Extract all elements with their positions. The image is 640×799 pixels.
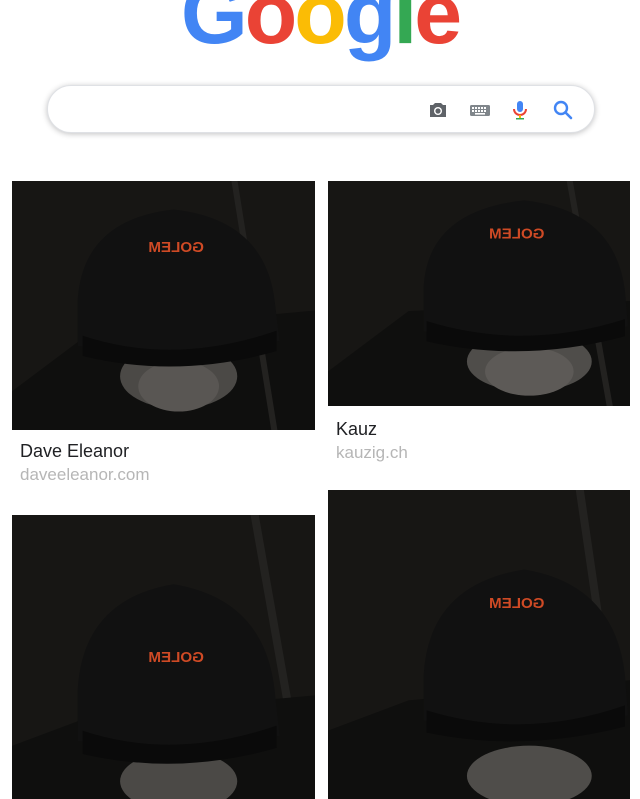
microphone-icon[interactable] <box>508 98 532 122</box>
photo-dark-cap: GOLEM <box>328 181 630 406</box>
result-title[interactable]: Kauz <box>336 419 377 440</box>
result-image[interactable]: GOLEM <box>12 515 315 799</box>
result-source[interactable]: daveeleanor.com <box>20 465 149 485</box>
search-bar[interactable] <box>47 85 595 133</box>
keyboard-icon[interactable] <box>468 98 492 122</box>
logo-letter: o <box>294 0 347 62</box>
photo-dark-cap: GOLEM <box>328 490 630 799</box>
logo-letter: g <box>343 0 397 62</box>
cap-text: GOLEM <box>148 239 204 256</box>
result-image[interactable]: GOLEM <box>328 490 630 799</box>
logo-letter: o <box>244 0 298 62</box>
result-image[interactable]: GOLEM <box>328 181 630 406</box>
search-input[interactable] <box>70 96 434 124</box>
result-source[interactable]: kauzig.ch <box>336 443 408 463</box>
result-image[interactable]: GOLEM <box>12 181 315 430</box>
photo-dark-cap: GOLEM <box>12 181 315 430</box>
camera-icon[interactable] <box>426 98 450 122</box>
logo-letter: l <box>393 0 417 62</box>
search-icon[interactable] <box>551 98 575 122</box>
result-title[interactable]: Dave Eleanor <box>20 441 129 462</box>
cap-text: GOLEM <box>489 226 544 243</box>
logo-letter: e <box>414 0 462 62</box>
cap-text: GOLEM <box>148 649 204 666</box>
photo-dark-cap: GOLEM <box>12 515 315 799</box>
logo-letter: G <box>180 0 248 62</box>
cap-text: GOLEM <box>489 595 544 612</box>
google-logo: Google <box>0 0 640 62</box>
